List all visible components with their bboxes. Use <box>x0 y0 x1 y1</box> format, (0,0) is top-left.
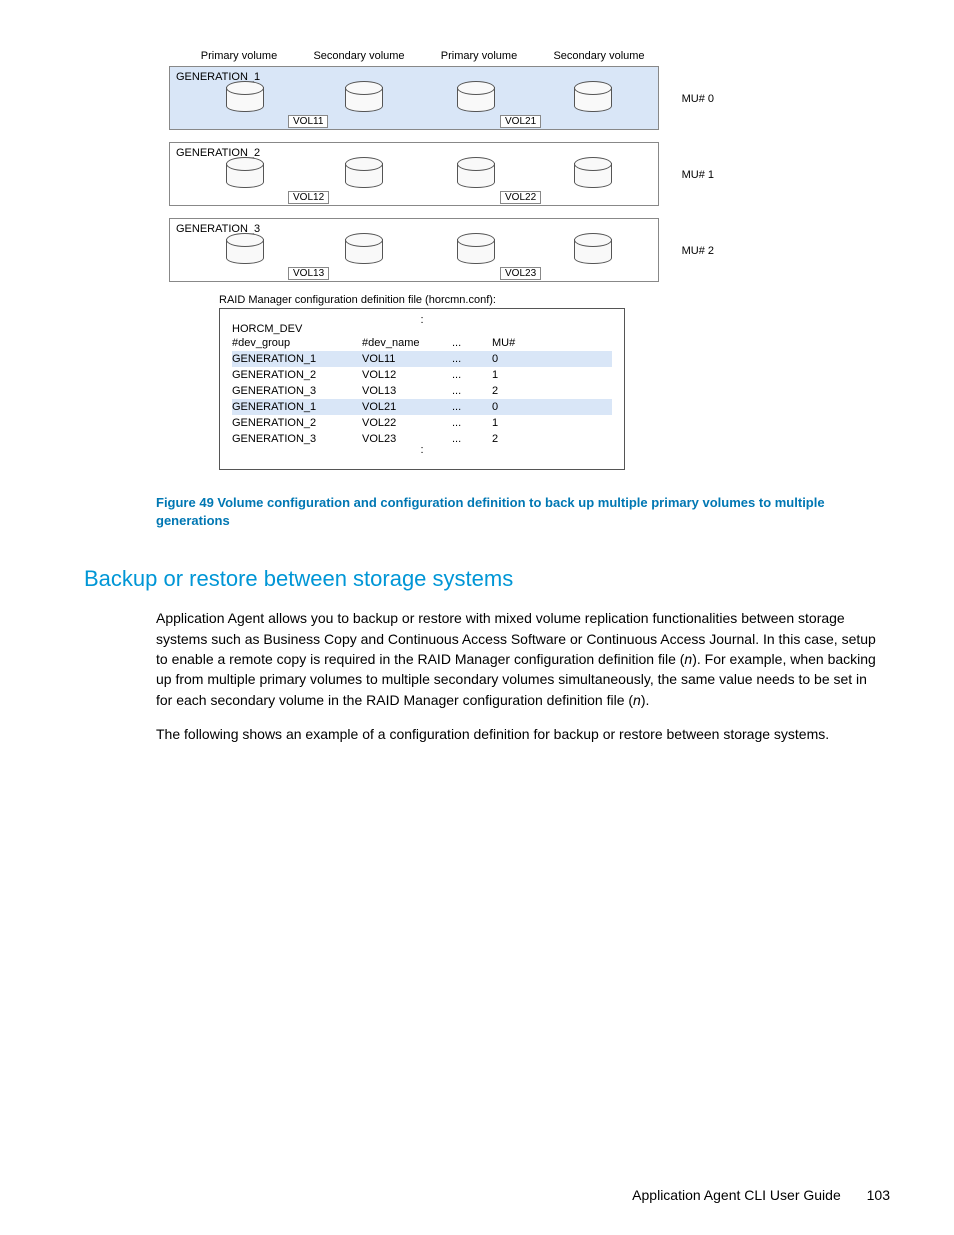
config-cell: GENERATION_1 <box>232 399 362 415</box>
config-cell: VOL13 <box>362 383 452 399</box>
config-cell: 0 <box>492 399 532 415</box>
config-col-devgroup: #dev_group <box>232 335 362 351</box>
cylinder-icon <box>345 81 381 115</box>
generation-row: GENERATION_3VOL13VOL23MU# 2 <box>169 218 659 282</box>
figure-caption: Figure 49 Volume configuration and confi… <box>156 494 884 530</box>
config-cell: 2 <box>492 431 532 447</box>
section-heading: Backup or restore between storage system… <box>84 566 884 592</box>
mu-label: MU# 1 <box>682 169 714 181</box>
mu-label: MU# 0 <box>682 93 714 105</box>
generation-row: GENERATION_2VOL12VOL22MU# 1 <box>169 142 659 206</box>
generation-row: GENERATION_1VOL11VOL21MU# 0 <box>169 66 659 130</box>
cylinder-icon <box>457 157 493 191</box>
config-file-box: : HORCM_DEV #dev_group #dev_name ... MU#… <box>219 308 625 470</box>
page-footer: Application Agent CLI User Guide 103 <box>632 1187 890 1203</box>
volume-label: VOL23 <box>500 267 541 280</box>
cylinder-icon <box>226 81 262 115</box>
config-cell: VOL21 <box>362 399 452 415</box>
config-cell: ... <box>452 431 492 447</box>
config-cell: GENERATION_2 <box>232 415 362 431</box>
config-cell: 1 <box>492 367 532 383</box>
cylinder-icon <box>345 233 381 267</box>
volume-label: VOL13 <box>288 267 329 280</box>
page-number: 103 <box>867 1187 890 1203</box>
config-cell: VOL12 <box>362 367 452 383</box>
config-cell: GENERATION_3 <box>232 431 362 447</box>
volume-label: VOL12 <box>288 191 329 204</box>
config-data-row: GENERATION_1VOL11...0 <box>232 351 612 367</box>
config-cell: GENERATION_1 <box>232 351 362 367</box>
volume-label: VOL21 <box>500 115 541 128</box>
config-data-row: GENERATION_2VOL22...1 <box>232 415 612 431</box>
paragraph-2: The following shows an example of a conf… <box>156 724 884 744</box>
paragraph-1: Application Agent allows you to backup o… <box>156 608 884 709</box>
config-file-caption: RAID Manager configuration definition fi… <box>219 294 659 306</box>
cylinder-icon <box>457 233 493 267</box>
config-data-row: GENERATION_2VOL12...1 <box>232 367 612 383</box>
config-cell: GENERATION_2 <box>232 367 362 383</box>
cylinder-icon <box>574 157 610 191</box>
config-data-row: GENERATION_3VOL13...2 <box>232 383 612 399</box>
config-data-row: GENERATION_1VOL21...0 <box>232 399 612 415</box>
config-cell: 1 <box>492 415 532 431</box>
config-header-row: #dev_group #dev_name ... MU# <box>232 335 612 351</box>
config-cell: ... <box>452 351 492 367</box>
config-cell: GENERATION_3 <box>232 383 362 399</box>
config-col-ellipsis: ... <box>452 335 492 351</box>
volume-label: VOL11 <box>288 115 328 128</box>
cylinder-icon <box>457 81 493 115</box>
cylinder-icon <box>574 81 610 115</box>
config-cell: ... <box>452 415 492 431</box>
config-cell: 2 <box>492 383 532 399</box>
col-header: Secondary volume <box>299 50 419 62</box>
col-header: Primary volume <box>419 50 539 62</box>
volume-diagram: Primary volume Secondary volume Primary … <box>169 50 659 470</box>
config-cell: ... <box>452 367 492 383</box>
mu-label: MU# 2 <box>682 245 714 257</box>
config-cell: VOL22 <box>362 415 452 431</box>
config-col-devname: #dev_name <box>362 335 452 351</box>
cylinder-icon <box>226 233 262 267</box>
cylinder-icon <box>574 233 610 267</box>
volume-label: VOL22 <box>500 191 541 204</box>
config-cell: ... <box>452 383 492 399</box>
ellipsis-icon: : <box>232 447 612 453</box>
config-cell: VOL11 <box>362 351 452 367</box>
col-header: Secondary volume <box>539 50 659 62</box>
config-cell: 0 <box>492 351 532 367</box>
footer-title: Application Agent CLI User Guide <box>632 1187 841 1203</box>
cylinder-icon <box>345 157 381 191</box>
diagram-column-headers: Primary volume Secondary volume Primary … <box>169 50 659 62</box>
col-header: Primary volume <box>179 50 299 62</box>
config-col-mu: MU# <box>492 335 532 351</box>
config-cell: ... <box>452 399 492 415</box>
config-cell: VOL23 <box>362 431 452 447</box>
cylinder-icon <box>226 157 262 191</box>
